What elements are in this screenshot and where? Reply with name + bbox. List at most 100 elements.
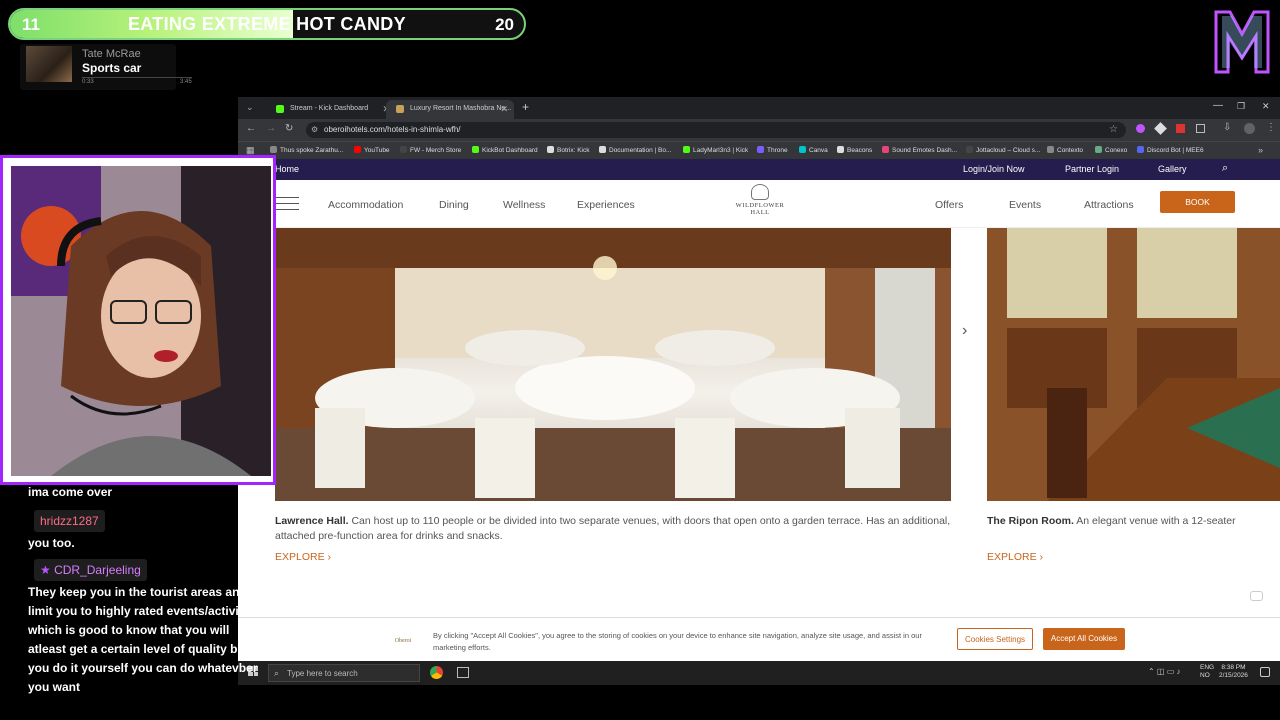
nav-attractions[interactable]: Attractions xyxy=(1084,199,1134,211)
maximize-icon[interactable]: ❐ xyxy=(1237,101,1245,112)
venue-caption-lawrence-hall: Lawrence Hall. Can host up to 110 people… xyxy=(275,515,951,542)
profile-avatar-icon[interactable] xyxy=(1244,123,1255,134)
address-row: ← → ↻ ⚙ oberoihotels.com/hotels-in-shiml… xyxy=(238,119,1280,141)
bookmark-star-icon[interactable]: ☆ xyxy=(1109,124,1118,135)
back-icon[interactable]: ← xyxy=(246,123,256,134)
nav-wellness[interactable]: Wellness xyxy=(503,199,545,211)
chat-panel: ima come over hridzz1287 you too. ★ CDR_… xyxy=(28,483,268,697)
input-language[interactable]: ENG NO xyxy=(1200,664,1214,680)
goal-target: 20 xyxy=(495,15,514,34)
track-elapsed: 0:33 xyxy=(82,79,94,85)
chat-username[interactable]: ★ CDR_Darjeeling xyxy=(34,559,147,581)
forward-icon[interactable]: → xyxy=(266,123,276,134)
album-art xyxy=(26,46,72,82)
web-page: Home Login/Join Now Partner Login Galler… xyxy=(238,159,1280,685)
tab-bar: ⌄ Stream - Kick Dashboard ✕ Luxury Resor… xyxy=(238,97,1280,119)
close-window-icon[interactable]: ✕ xyxy=(1262,101,1270,112)
goal-current: 11 xyxy=(22,15,40,34)
home-link[interactable]: Home xyxy=(275,164,299,174)
chat-message: you too. xyxy=(28,536,75,550)
nav-events[interactable]: Events xyxy=(1009,199,1041,211)
explore-lawrence-hall-link[interactable]: EXPLORE › xyxy=(275,551,331,563)
chat-bubble-icon[interactable] xyxy=(1250,591,1263,601)
book-button[interactable]: BOOK xyxy=(1160,191,1235,213)
hamburger-menu-icon[interactable] xyxy=(276,197,299,211)
nav-dining[interactable]: Dining xyxy=(439,199,469,211)
tab-oberoi[interactable]: Luxury Resort In Mashobra Ne... ✕ xyxy=(386,100,514,119)
tab-kick-dashboard[interactable]: Stream - Kick Dashboard ✕ xyxy=(252,100,396,119)
bookmark-item[interactable]: Conexo xyxy=(1095,146,1127,154)
browser-window: ⌄ Stream - Kick Dashboard ✕ Luxury Resor… xyxy=(238,97,1280,685)
hotel-logo[interactable]: WILDFLOWER HALL xyxy=(732,184,788,224)
badge-icon: ★ xyxy=(40,563,55,577)
tray-icons[interactable]: ⌃ ◫ ▭ ♪ xyxy=(1148,667,1181,676)
taskbar-search-input[interactable]: ⌕ Type here to search xyxy=(268,664,420,682)
bookmark-item[interactable]: FW - Merch Store xyxy=(400,146,461,154)
search-icon: ⌕ xyxy=(274,668,280,678)
top-utility-nav: Home Login/Join Now Partner Login Galler… xyxy=(238,159,1280,180)
bookmark-item[interactable]: KickBot Dashboard xyxy=(472,146,538,154)
nav-experiences[interactable]: Experiences xyxy=(577,199,635,211)
clock[interactable]: 8:38 PM 2/15/2026 xyxy=(1219,664,1248,680)
webcam-frame xyxy=(0,155,276,485)
app-taskbar-icon[interactable] xyxy=(457,667,469,678)
close-tab-icon[interactable]: ✕ xyxy=(500,104,508,115)
menu-dots-icon[interactable]: ⋮ xyxy=(1266,122,1276,133)
chrome-taskbar-icon[interactable] xyxy=(430,666,443,679)
venue-image-lawrence-hall xyxy=(275,228,951,501)
more-bookmarks-icon[interactable]: » xyxy=(1258,145,1263,155)
extension-icon[interactable] xyxy=(1176,124,1185,133)
accept-all-cookies-button[interactable]: Accept All Cookies xyxy=(1043,628,1125,650)
gallery-link[interactable]: Gallery xyxy=(1158,164,1187,174)
extension-icon[interactable] xyxy=(1136,124,1145,133)
main-nav: Accommodation Dining Wellness Experience… xyxy=(238,180,1280,228)
kick-icon xyxy=(276,105,284,113)
site-info-icon[interactable]: ⚙ xyxy=(311,125,318,134)
nav-offers[interactable]: Offers xyxy=(935,199,963,211)
oberoi-favicon-icon xyxy=(396,105,404,113)
song-title: Sports car xyxy=(82,61,142,75)
bookmark-item[interactable]: Contexto xyxy=(1047,146,1083,154)
bookmark-item[interactable]: Thus spoke Zarathu... xyxy=(270,146,343,154)
goal-progress-bar: 11 EATING EXTREME HOT CANDY 20 xyxy=(8,8,526,40)
bookmark-item[interactable]: Sound Emotes Dash... xyxy=(882,146,957,154)
bookmark-item[interactable]: LadyMarl3n3 | Kick xyxy=(683,146,748,154)
chat-message: ima come over xyxy=(28,485,113,499)
extension-icon[interactable] xyxy=(1154,122,1167,135)
new-tab-icon[interactable]: + xyxy=(522,100,529,114)
address-bar[interactable]: ⚙ oberoihotels.com/hotels-in-shimla-wfh/… xyxy=(306,122,1126,138)
bookmark-item[interactable]: Beacons xyxy=(837,146,872,154)
venue-caption-ripon-room: The Ripon Room. An elegant venue with a … xyxy=(987,515,1236,527)
bookmark-item[interactable]: Throne xyxy=(757,146,788,154)
bookmark-item[interactable]: YouTube xyxy=(354,146,390,154)
bookmark-item[interactable]: Discord Bot | MEE6 xyxy=(1137,146,1204,154)
oberoi-logo: Oberoi xyxy=(394,638,412,644)
cookie-banner: Oberoi By clicking "Accept All Cookies",… xyxy=(238,617,1280,665)
cookies-settings-button[interactable]: Cookies Settings xyxy=(957,628,1033,650)
bookmark-item[interactable]: Canva xyxy=(799,146,828,154)
chat-message: They keep you in the tourist areas and l… xyxy=(28,585,263,694)
chat-username[interactable]: hridzz1287 xyxy=(34,510,105,532)
search-icon[interactable]: ⌕ xyxy=(1222,162,1228,175)
explore-ripon-room-link[interactable]: EXPLORE › xyxy=(987,551,1043,563)
webcam-feed xyxy=(11,166,271,476)
venue-image-ripon-room xyxy=(987,228,1280,501)
bookmark-item[interactable]: Botrix: Kick xyxy=(547,146,590,154)
track-duration: 3:45 xyxy=(180,79,192,85)
goal-title: EATING EXTREME HOT CANDY xyxy=(128,14,406,34)
notifications-icon[interactable] xyxy=(1260,667,1270,677)
bookmark-item[interactable]: Jottacloud – Cloud s... xyxy=(966,146,1040,154)
cookie-text: By clicking "Accept All Cookies", you ag… xyxy=(433,631,922,652)
extensions-puzzle-icon[interactable] xyxy=(1196,124,1205,133)
bookmarks-bar: ▦ Thus spoke Zarathu... YouTube FW - Mer… xyxy=(238,141,1280,159)
carousel-next-icon[interactable]: › xyxy=(962,322,967,340)
channel-logo xyxy=(1212,6,1272,74)
nav-accommodation[interactable]: Accommodation xyxy=(328,199,403,211)
minimize-icon[interactable]: — xyxy=(1213,100,1223,111)
windows-taskbar: ⌕ Type here to search ⌃ ◫ ▭ ♪ ENG NO 8:38… xyxy=(238,661,1280,685)
reload-icon[interactable]: ↻ xyxy=(285,123,293,134)
partner-login-link[interactable]: Partner Login xyxy=(1065,164,1119,174)
bookmark-item[interactable]: Documentation | Bo... xyxy=(599,146,671,154)
download-icon[interactable]: ⇩ xyxy=(1223,122,1231,133)
login-link[interactable]: Login/Join Now xyxy=(963,164,1025,174)
